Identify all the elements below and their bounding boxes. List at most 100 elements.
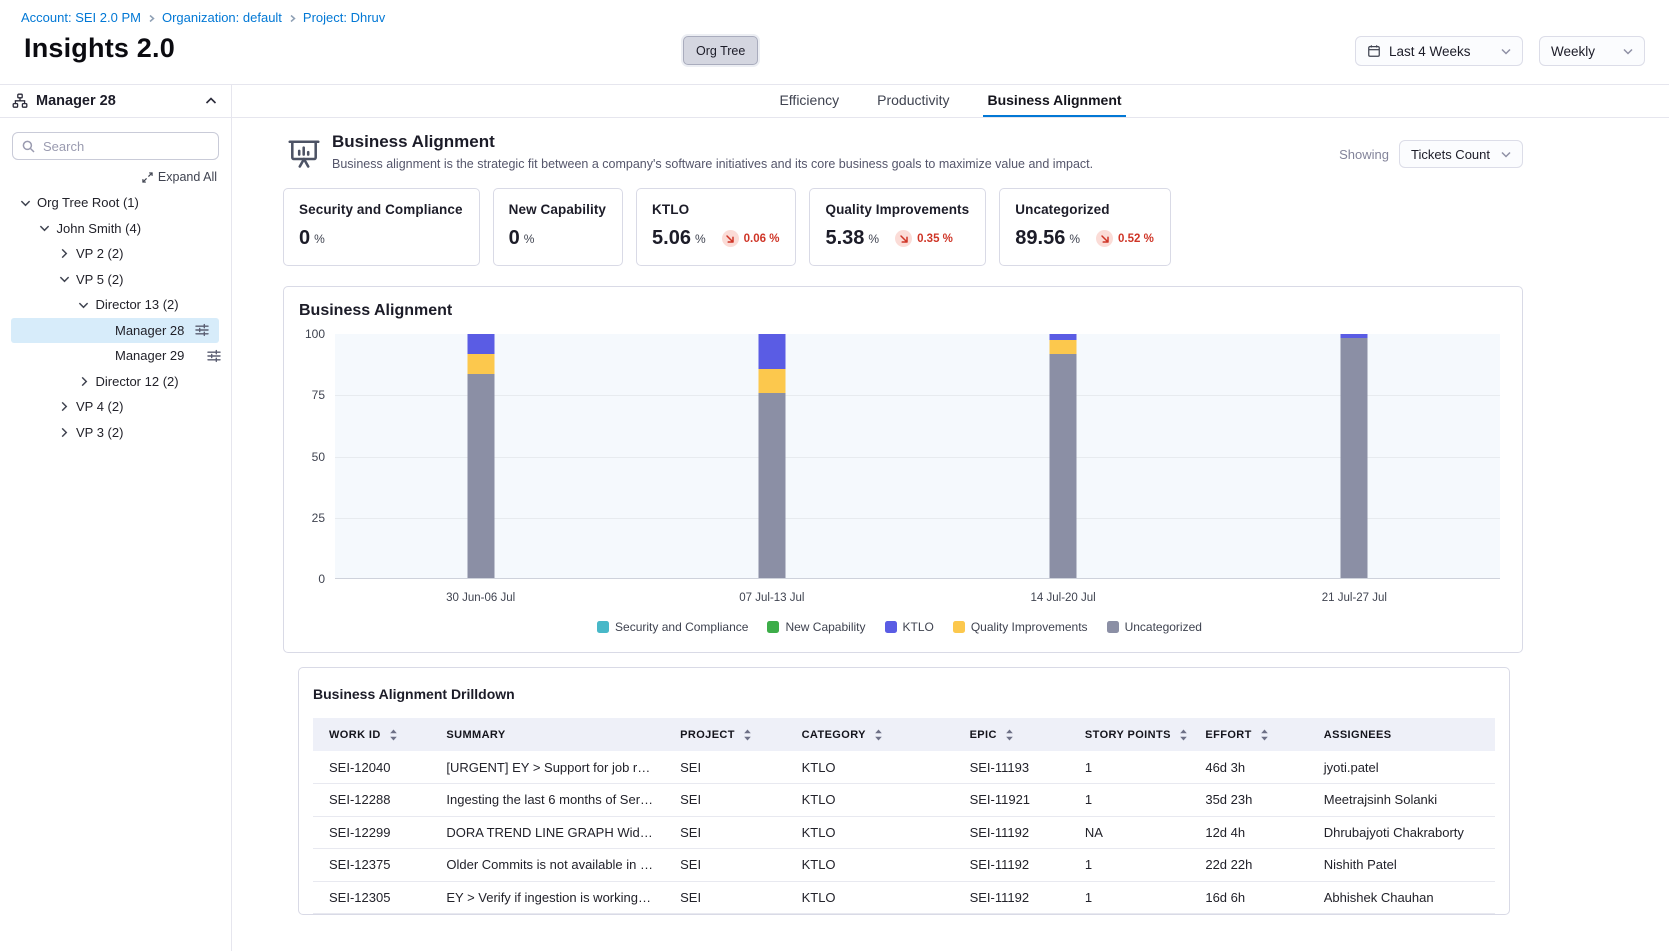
expand-all-icon xyxy=(142,172,153,183)
chevron-right-icon[interactable] xyxy=(57,247,71,261)
sort-icon[interactable] xyxy=(873,729,884,741)
cell-effort: 46d 3h xyxy=(1189,751,1307,784)
chevron-down-icon[interactable] xyxy=(38,221,52,235)
tab-business-alignment[interactable]: Business Alignment xyxy=(983,85,1125,117)
metric-unit: % xyxy=(1069,232,1080,246)
cell-story-points: NA xyxy=(1069,816,1189,849)
showing-value: Tickets Count xyxy=(1411,147,1490,162)
bar-segment-uncategorized[interactable] xyxy=(758,393,785,578)
expand-all-button[interactable]: Expand All xyxy=(0,170,217,184)
chevron-right-icon[interactable] xyxy=(57,400,71,414)
trend-down-icon xyxy=(722,230,739,247)
column-header-category[interactable]: CATEGORY xyxy=(786,718,954,751)
bar-segment-uncategorized[interactable] xyxy=(1050,354,1077,578)
stacked-bar-21-jul-27-jul[interactable] xyxy=(1341,334,1368,578)
column-header-story-points[interactable]: STORY POINTS xyxy=(1069,718,1189,751)
metric-value: 5.38 xyxy=(825,227,864,250)
y-axis-tick: 75 xyxy=(312,388,325,402)
chevron-down-icon[interactable] xyxy=(18,196,32,210)
y-axis-tick: 50 xyxy=(312,450,325,464)
drilldown-table: WORK IDSUMMARYPROJECTCATEGORYEPICSTORY P… xyxy=(313,718,1495,914)
bar-segment-quality-improvements[interactable] xyxy=(467,354,494,375)
cell-story-points: 1 xyxy=(1069,751,1189,784)
chevron-right-icon[interactable] xyxy=(57,425,71,439)
cell-category: KTLO xyxy=(786,881,954,914)
chevron-up-icon[interactable] xyxy=(205,97,217,105)
stacked-bar-07-jul-13-jul[interactable] xyxy=(758,334,785,578)
cell-effort: 16d 6h xyxy=(1189,881,1307,914)
showing-dropdown[interactable]: Tickets Count xyxy=(1399,140,1523,168)
column-header-epic[interactable]: EPIC xyxy=(954,718,1069,751)
metric-delta-value: 0.06 % xyxy=(744,233,780,245)
calendar-icon xyxy=(1367,44,1381,58)
breadcrumb-account-link[interactable]: Account: SEI 2.0 PM xyxy=(21,10,141,25)
chevron-down-icon[interactable] xyxy=(57,272,71,286)
tree-item-vp-2-2[interactable]: VP 2 (2) xyxy=(0,241,231,267)
tree-item-director-12-2[interactable]: Director 12 (2) xyxy=(0,369,231,395)
stacked-bar-14-jul-20-jul[interactable] xyxy=(1050,334,1077,578)
table-row-sei-12288[interactable]: SEI-12288Ingesting the last 6 months of … xyxy=(313,784,1495,817)
bar-segment-quality-improvements[interactable] xyxy=(1050,340,1077,353)
metric-cards: Security and Compliance0%New Capability0… xyxy=(283,188,1523,266)
metric-card-new-capability: New Capability0% xyxy=(493,188,623,266)
tree-item-john-smith-4[interactable]: John Smith (4) xyxy=(0,216,231,242)
legend-item-security-and-compliance[interactable]: Security and Compliance xyxy=(597,620,748,634)
cell-summary: Ingesting the last 6 months of ServiceN.… xyxy=(430,784,664,817)
column-header-effort[interactable]: EFFORT xyxy=(1189,718,1307,751)
legend-item-ktlo[interactable]: KTLO xyxy=(885,620,934,634)
sort-icon[interactable] xyxy=(1178,729,1189,741)
tree-item-manager-29[interactable]: Manager 29 xyxy=(0,343,231,369)
bar-slot xyxy=(1209,334,1500,578)
presentation-chart-icon xyxy=(286,135,322,171)
org-tree-sidebar: Manager 28 Expand All Org Tree Root (1)J… xyxy=(0,85,232,951)
legend-item-new-capability[interactable]: New Capability xyxy=(767,620,865,634)
chart-legend: Security and Compliance New Capability KTL… xyxy=(299,620,1500,634)
table-row-sei-12305[interactable]: SEI-12305EY > Verify if ingestion is wor… xyxy=(313,881,1495,914)
org-tree-button[interactable]: Org Tree xyxy=(683,36,758,65)
table-row-sei-12375[interactable]: SEI-12375Older Commits is not available … xyxy=(313,849,1495,882)
sliders-icon[interactable] xyxy=(205,347,223,365)
sort-icon[interactable] xyxy=(742,729,753,741)
column-header-project[interactable]: PROJECT xyxy=(664,718,785,751)
tree-item-manager-28[interactable]: Manager 28 xyxy=(11,318,219,344)
sort-icon[interactable] xyxy=(1004,729,1015,741)
search-input[interactable] xyxy=(43,139,219,154)
trend-down-icon xyxy=(895,230,912,247)
tree-item-vp-4-2[interactable]: VP 4 (2) xyxy=(0,394,231,420)
sort-icon[interactable] xyxy=(388,729,399,741)
bar-segment-ktlo[interactable] xyxy=(758,334,785,369)
tab-efficiency[interactable]: Efficiency xyxy=(775,85,843,117)
sliders-icon[interactable] xyxy=(193,321,211,339)
bar-segment-uncategorized[interactable] xyxy=(1341,338,1368,578)
column-header-work-id[interactable]: WORK ID xyxy=(313,718,430,751)
cell-epic: SEI-11921 xyxy=(954,784,1069,817)
chevron-right-icon[interactable] xyxy=(77,374,91,388)
x-axis-label: 30 Jun-06 Jul xyxy=(335,592,626,604)
interval-dropdown[interactable]: Weekly xyxy=(1539,36,1645,66)
legend-swatch xyxy=(597,621,609,633)
breadcrumb-organization-link[interactable]: Organization: default xyxy=(162,10,282,25)
cell-project: SEI xyxy=(664,784,785,817)
tab-productivity[interactable]: Productivity xyxy=(873,85,953,117)
sort-icon[interactable] xyxy=(1259,729,1270,741)
bar-segment-ktlo[interactable] xyxy=(467,334,494,354)
stacked-bar-30-jun-06-jul[interactable] xyxy=(467,334,494,578)
bar-segment-uncategorized[interactable] xyxy=(467,374,494,578)
legend-item-quality-improvements[interactable]: Quality Improvements xyxy=(953,620,1088,634)
metric-card-uncategorized: Uncategorized89.56%0.52 % xyxy=(999,188,1171,266)
legend-item-uncategorized[interactable]: Uncategorized xyxy=(1107,620,1202,634)
breadcrumb-project-link[interactable]: Project: Dhruv xyxy=(303,10,385,25)
tree-item-org-tree-root-1[interactable]: Org Tree Root (1) xyxy=(0,190,231,216)
tree-item-vp-3-2[interactable]: VP 3 (2) xyxy=(0,420,231,446)
bar-segment-quality-improvements[interactable] xyxy=(758,369,785,392)
tree-item-vp-5-2[interactable]: VP 5 (2) xyxy=(0,267,231,293)
tree-item-label: Manager 29 xyxy=(115,348,205,363)
chevron-down-icon[interactable] xyxy=(77,298,91,312)
x-axis-labels: 30 Jun-06 Jul07 Jul-13 Jul14 Jul-20 Jul2… xyxy=(335,592,1500,604)
table-row-sei-12040[interactable]: SEI-12040[URGENT] EY > Support for job r… xyxy=(313,751,1495,784)
cell-effort: 12d 4h xyxy=(1189,816,1307,849)
tree-item-director-13-2[interactable]: Director 13 (2) xyxy=(0,292,231,318)
y-axis-tick: 25 xyxy=(312,511,325,525)
table-row-sei-12299[interactable]: SEI-12299DORA TREND LINE GRAPH Widgets i… xyxy=(313,816,1495,849)
date-range-dropdown[interactable]: Last 4 Weeks xyxy=(1355,36,1523,66)
